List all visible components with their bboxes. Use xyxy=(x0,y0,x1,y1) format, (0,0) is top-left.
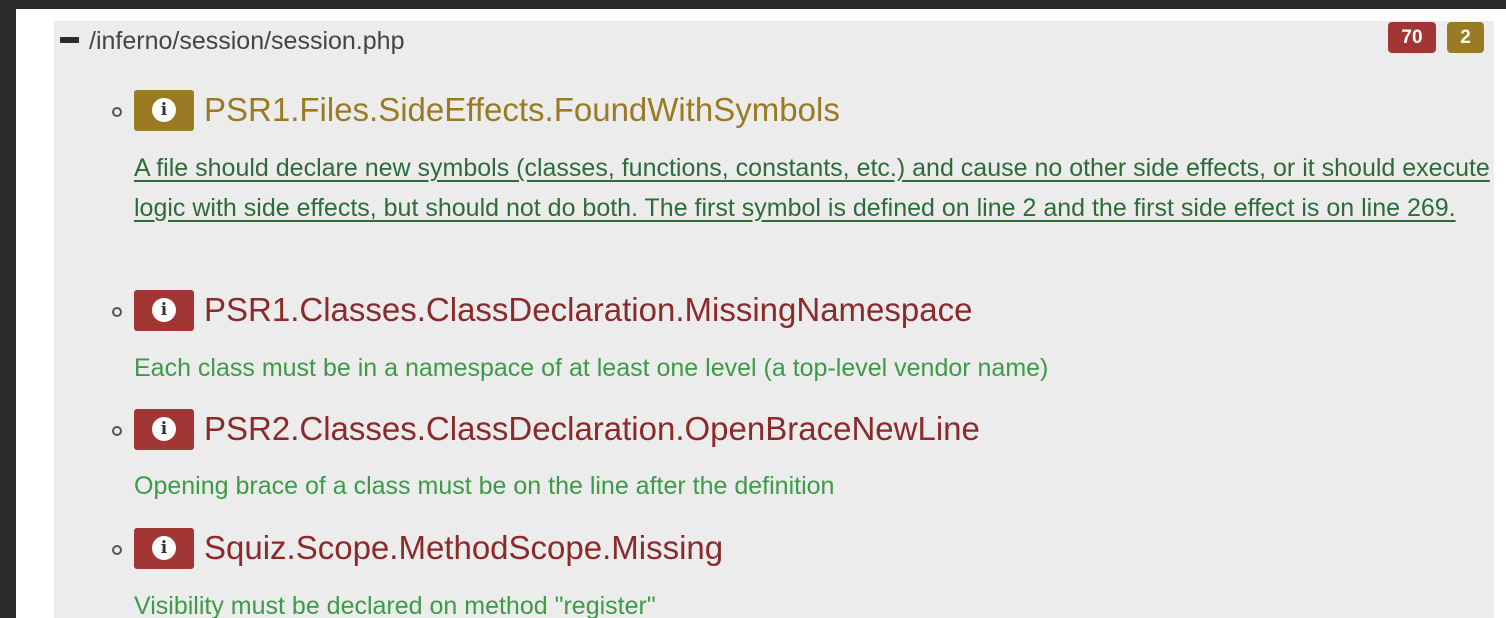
rule-name: Squiz.Scope.MethodScope.Missing xyxy=(204,529,724,566)
file-path[interactable]: /inferno/session/session.php xyxy=(89,25,404,57)
error-count-badge: 70 xyxy=(1388,22,1436,53)
info-icon: i xyxy=(152,536,176,560)
warning-count-badge: 2 xyxy=(1447,22,1484,53)
severity-box: i xyxy=(134,409,194,450)
info-icon: i xyxy=(152,98,176,122)
issue-message: Visibility must be declared on method "r… xyxy=(134,592,656,618)
severity-box: i xyxy=(134,528,194,569)
issue-message: Each class must be in a namespace of at … xyxy=(134,354,1049,382)
info-icon: i xyxy=(152,298,176,322)
issue-item: i PSR2.Classes.ClassDeclaration.OpenBrac… xyxy=(54,409,1494,509)
minus-icon[interactable] xyxy=(60,37,79,43)
file-header[interactable]: /inferno/session/session.php 70 2 xyxy=(54,21,1494,63)
bullet-icon xyxy=(112,426,122,436)
report-frame: /inferno/session/session.php 70 2 i PSR1… xyxy=(16,9,1506,618)
bullet-icon xyxy=(112,545,122,555)
rule-name: PSR2.Classes.ClassDeclaration.OpenBraceN… xyxy=(204,410,980,447)
issue-item: i PSR1.Files.SideEffects.FoundWithSymbol… xyxy=(54,90,1494,270)
bullet-icon xyxy=(112,307,122,317)
severity-box: i xyxy=(134,90,194,131)
issue-item: i Squiz.Scope.MethodScope.Missing Visibi… xyxy=(54,528,1494,618)
severity-box: i xyxy=(134,290,194,331)
info-icon: i xyxy=(152,417,176,441)
rule-name: PSR1.Files.SideEffects.FoundWithSymbols xyxy=(204,91,840,128)
rule-name: PSR1.Classes.ClassDeclaration.MissingNam… xyxy=(204,291,973,328)
issue-item: i PSR1.Classes.ClassDeclaration.MissingN… xyxy=(54,290,1494,390)
bullet-icon xyxy=(112,107,122,117)
file-panel: /inferno/session/session.php 70 2 i PSR1… xyxy=(54,21,1494,618)
issue-message: Opening brace of a class must be on the … xyxy=(134,472,835,500)
issue-message-link[interactable]: A file should declare new symbols (class… xyxy=(134,148,1494,228)
